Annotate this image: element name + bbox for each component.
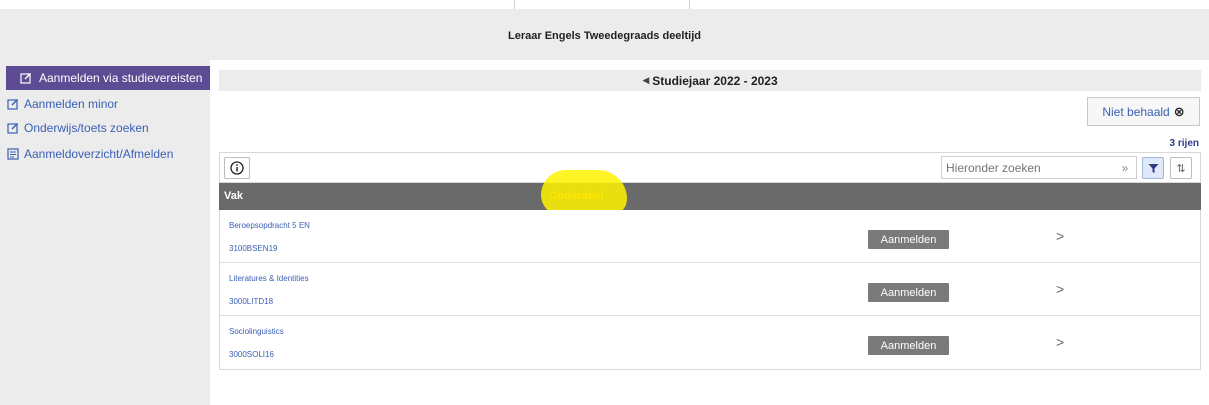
course-name-link[interactable]: Sociolinguistics: [229, 327, 284, 336]
main-content: ◀ Studiejaar 2022 - 2023 Niet behaald ⊗ …: [219, 70, 1209, 405]
column-header-vak[interactable]: Vak: [224, 190, 243, 202]
sort-icon: ⇅: [1176, 162, 1186, 175]
aanmelden-button[interactable]: Aanmelden: [868, 336, 949, 355]
top-bar: [0, 0, 1209, 12]
info-icon: [230, 161, 244, 175]
page-title: Leraar Engels Tweedegraads deeltijd: [508, 30, 701, 42]
row-count: 3 rijen: [1169, 138, 1199, 149]
filter-chip-niet-behaald[interactable]: Niet behaald ⊗: [1087, 97, 1200, 126]
course-code-link[interactable]: 3000LITD18: [229, 297, 273, 306]
year-selector[interactable]: ◀ Studiejaar 2022 - 2023: [219, 70, 1201, 91]
sidebar-item-label: Aanmelden via studievereisten: [39, 71, 203, 85]
edit-icon: [6, 98, 19, 111]
course-name-link[interactable]: Beroepsopdracht 5 EN: [229, 221, 310, 230]
table-row[interactable]: Sociolinguistics 3000SOLI16 Aanmelden >: [220, 316, 1200, 369]
chevron-right-icon[interactable]: >: [1056, 281, 1064, 297]
column-header-onderdeel[interactable]: Onderdeel: [549, 190, 603, 202]
edit-icon: [20, 72, 32, 84]
sort-button[interactable]: ⇅: [1170, 157, 1192, 179]
search-go-button[interactable]: »: [1114, 161, 1136, 175]
page-header: Leraar Engels Tweedegraads deeltijd: [0, 9, 1209, 60]
course-code-link[interactable]: 3100BSEN19: [229, 244, 277, 253]
chevron-right-icon[interactable]: >: [1056, 228, 1064, 244]
sidebar-item-aanmelden-studievereisten[interactable]: Aanmelden via studievereisten: [6, 66, 210, 90]
table-toolbar: » ⇅: [219, 152, 1201, 183]
sidebar-item-label: Aanmeldoverzicht/Afmelden: [24, 147, 174, 161]
sidebar-item-label: Aanmelden minor: [24, 97, 119, 111]
table-header: Vak Onderdeel: [219, 170, 1201, 216]
chevron-right-icon[interactable]: >: [1056, 334, 1064, 350]
filter-button[interactable]: [1142, 157, 1164, 179]
aanmelden-button[interactable]: Aanmelden: [868, 230, 949, 249]
close-circle-icon[interactable]: ⊗: [1174, 104, 1185, 120]
sidebar: Aanmelden via studievereisten Aanmelden …: [0, 60, 210, 405]
info-button[interactable]: [224, 157, 250, 179]
table-body: Beroepsopdracht 5 EN 3100BSEN19 Aanmelde…: [219, 210, 1201, 370]
sidebar-item-onderwijs-zoeken[interactable]: Onderwijs/toets zoeken: [6, 118, 149, 138]
course-name-link[interactable]: Literatures & Identities: [229, 274, 309, 283]
sidebar-item-aanmeldoverzicht[interactable]: Aanmeldoverzicht/Afmelden: [6, 144, 173, 164]
sidebar-item-label: Onderwijs/toets zoeken: [24, 121, 149, 135]
edit-icon: [6, 122, 19, 135]
filter-chip-label: Niet behaald: [1102, 104, 1170, 119]
aanmelden-button[interactable]: Aanmelden: [868, 283, 949, 302]
sidebar-item-aanmelden-minor[interactable]: Aanmelden minor: [6, 94, 118, 114]
year-label: Studiejaar 2022 - 2023: [652, 73, 778, 88]
list-icon: [6, 148, 19, 161]
course-code-link[interactable]: 3000SOLI16: [229, 350, 274, 359]
table-row[interactable]: Literatures & Identities 3000LITD18 Aanm…: [220, 263, 1200, 316]
table-row[interactable]: Beroepsopdracht 5 EN 3100BSEN19 Aanmelde…: [220, 210, 1200, 263]
search-field[interactable]: »: [941, 156, 1137, 179]
search-input[interactable]: [942, 157, 1114, 178]
filter-icon: [1148, 163, 1158, 173]
caret-left-icon[interactable]: ◀: [642, 75, 649, 86]
